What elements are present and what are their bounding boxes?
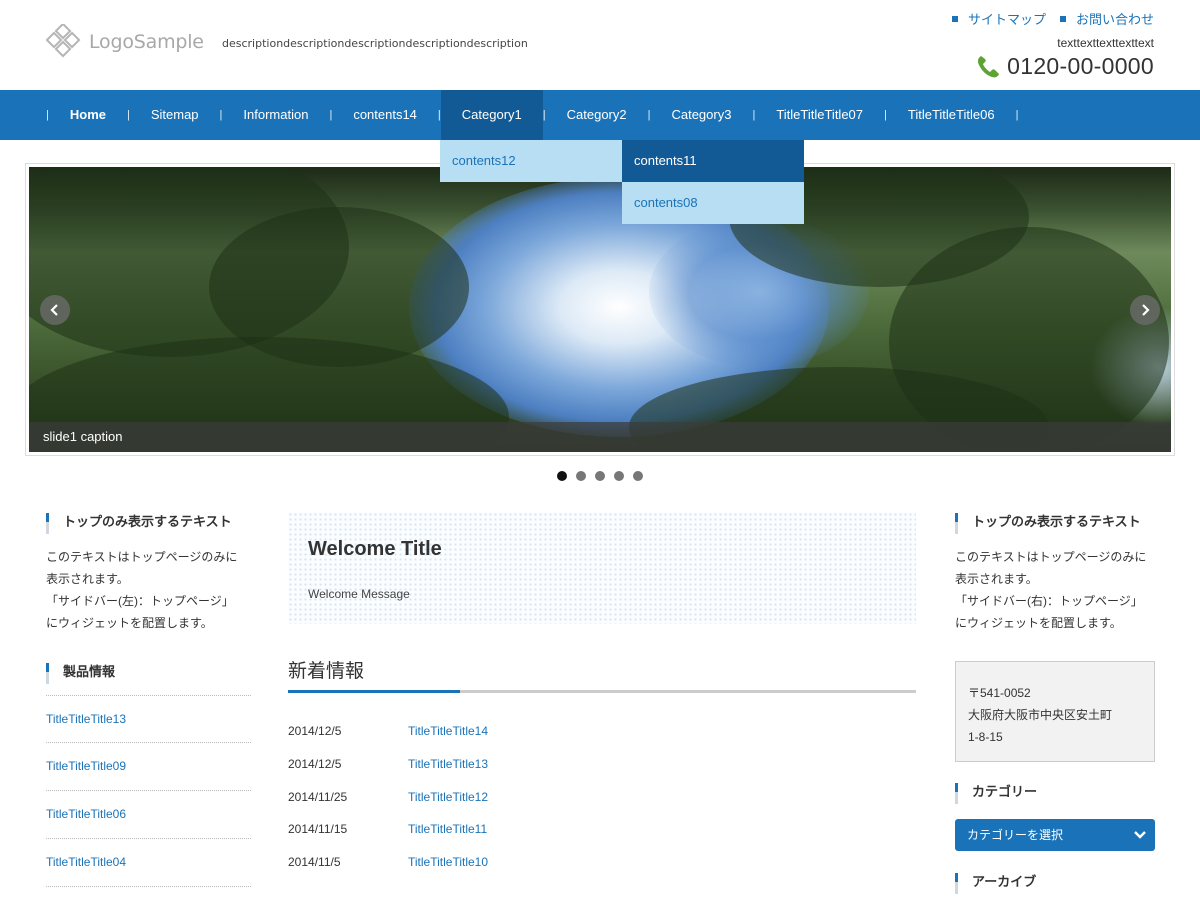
news-row: 2014/12/5 TitleTitleTitle14 [288, 715, 488, 748]
list-item[interactable]: TitleTitleTitle09 [46, 743, 251, 791]
news-date: 2014/12/5 [288, 724, 342, 739]
widget-title-category: カテゴリー [955, 783, 1155, 804]
phone-number[interactable]: 0120-00-0000 [975, 53, 1154, 80]
right-sidebar: トップのみ表示するテキスト このテキストはトップページのみに 表示されます。 「… [955, 513, 1155, 894]
site-logo[interactable]: LogoSample [46, 24, 204, 60]
slider-dot[interactable] [576, 471, 586, 481]
list-item[interactable]: TitleTitleTitle04 [46, 839, 251, 887]
slider-dot[interactable] [557, 471, 567, 481]
dropdown-item-contents08[interactable]: contents08 [622, 182, 804, 224]
widget-title-products: 製品情報 [46, 663, 251, 684]
address-box: 〒541-0052 大阪府大阪市中央区安土町 1-8-15 [955, 661, 1155, 762]
nav-separator: | [752, 109, 756, 121]
news-link[interactable]: TitleTitleTitle10 [408, 855, 488, 869]
widget-text: このテキストはトップページのみに 表示されます。 「サイドバー(右)：トップペー… [955, 550, 1147, 630]
site-description: descriptiondescriptiondescriptiondescrip… [222, 37, 528, 50]
widget-title: トップのみ表示するテキスト [46, 513, 251, 534]
news-link[interactable]: TitleTitleTitle11 [408, 822, 487, 836]
phone-icon [978, 55, 1000, 77]
welcome-title: Welcome Title [308, 538, 442, 560]
main-slider: slide1 caption [25, 163, 1175, 456]
nav-item-home[interactable]: Home [49, 90, 127, 140]
nav-separator: | [46, 109, 49, 121]
widget-title-archive: アーカイブ [955, 873, 1155, 894]
slider-pagination [557, 471, 643, 481]
dropdown-item-contents11[interactable]: contents11 [622, 140, 804, 182]
slider-dot[interactable] [595, 471, 605, 481]
news-date: 2014/12/5 [288, 757, 342, 772]
top-links: サイトマップ お問い合わせ [951, 9, 1154, 28]
category-select[interactable]: カテゴリーを選択 [955, 819, 1155, 851]
news-row: 2014/11/5 TitleTitleTitle10 [288, 846, 488, 879]
contact-link[interactable]: お問い合わせ [1059, 9, 1154, 28]
left-sidebar: トップのみ表示するテキスト このテキストはトップページのみに 表示されます。 「… [46, 513, 251, 887]
news-link[interactable]: TitleTitleTitle12 [408, 790, 488, 804]
sitemap-link[interactable]: サイトマップ [951, 9, 1046, 28]
dropdown-item-contents12[interactable]: contents12 [440, 140, 622, 182]
news-heading-underline [288, 690, 916, 693]
nav-item-contents14[interactable]: contents14 [332, 90, 438, 140]
category1-submenu: contents11 contents08 [622, 140, 804, 224]
logo-diamond-icon [46, 24, 81, 58]
nav-separator: | [437, 109, 441, 121]
nav-item-title06[interactable]: TitleTitleTitle06 [887, 90, 1016, 140]
news-row: 2014/11/15 TitleTitleTitle11 [288, 813, 488, 846]
widget-text: このテキストはトップページのみに 表示されます。 「サイドバー(左)：トップペー… [46, 550, 238, 630]
list-item[interactable]: TitleTitleTitle13 [46, 695, 251, 743]
logo-text: LogoSample [89, 31, 204, 53]
chevron-down-icon [1134, 831, 1146, 839]
square-bullet-icon [1059, 15, 1066, 22]
widget-title: トップのみ表示するテキスト [955, 513, 1155, 534]
category1-dropdown: contents12 contents11 contents08 [440, 140, 804, 224]
news-link[interactable]: TitleTitleTitle14 [408, 724, 488, 738]
product-list: TitleTitleTitle13 TitleTitleTitle09 Titl… [46, 695, 251, 887]
news-row: 2014/12/5 TitleTitleTitle13 [288, 748, 488, 781]
slider-dot[interactable] [633, 471, 643, 481]
welcome-message: Welcome Message [308, 587, 410, 601]
chevron-left-icon [50, 304, 58, 316]
slide-caption-bar: slide1 caption [29, 422, 1171, 452]
square-bullet-icon [951, 15, 958, 22]
underline-accent [288, 690, 460, 693]
chevron-right-icon [1142, 304, 1150, 316]
news-date: 2014/11/15 [288, 822, 348, 837]
nav-item-title07[interactable]: TitleTitleTitle07 [755, 90, 884, 140]
global-nav: | Home | Sitemap | Information | content… [0, 90, 1200, 140]
nav-separator: | [219, 109, 223, 121]
nav-item-category2[interactable]: Category2 [546, 90, 648, 140]
news-heading: 新着情報 [288, 661, 365, 682]
nav-item-category3[interactable]: Category3 [650, 90, 752, 140]
slider-dot[interactable] [614, 471, 624, 481]
site-header: LogoSample descriptiondescriptiondescrip… [0, 0, 1200, 90]
nav-separator: | [1015, 109, 1019, 121]
news-date: 2014/11/5 [288, 855, 341, 870]
news-link[interactable]: TitleTitleTitle13 [408, 757, 488, 771]
nav-item-sitemap[interactable]: Sitemap [130, 90, 220, 140]
tel-note: texttexttexttexttext [1057, 36, 1154, 50]
nav-item-category1[interactable]: Category1 [440, 90, 543, 140]
news-row: 2014/11/25 TitleTitleTitle12 [288, 780, 488, 813]
list-item[interactable]: TitleTitleTitle06 [46, 791, 251, 839]
slider-next-button[interactable] [1130, 295, 1160, 325]
slide-image-forest: slide1 caption [29, 167, 1171, 452]
nav-separator: | [647, 109, 651, 121]
slider-prev-button[interactable] [40, 295, 70, 325]
nav-separator: | [542, 109, 546, 121]
welcome-box: Welcome Title Welcome Message [288, 512, 916, 624]
news-date: 2014/11/25 [288, 789, 348, 804]
slide-caption: slide1 caption [43, 429, 123, 444]
nav-separator: | [126, 109, 130, 121]
nav-separator: | [884, 109, 887, 121]
nav-item-information[interactable]: Information [222, 90, 329, 140]
nav-separator: | [329, 109, 333, 121]
news-list: 2014/12/5 TitleTitleTitle14 2014/12/5 Ti… [288, 715, 488, 878]
